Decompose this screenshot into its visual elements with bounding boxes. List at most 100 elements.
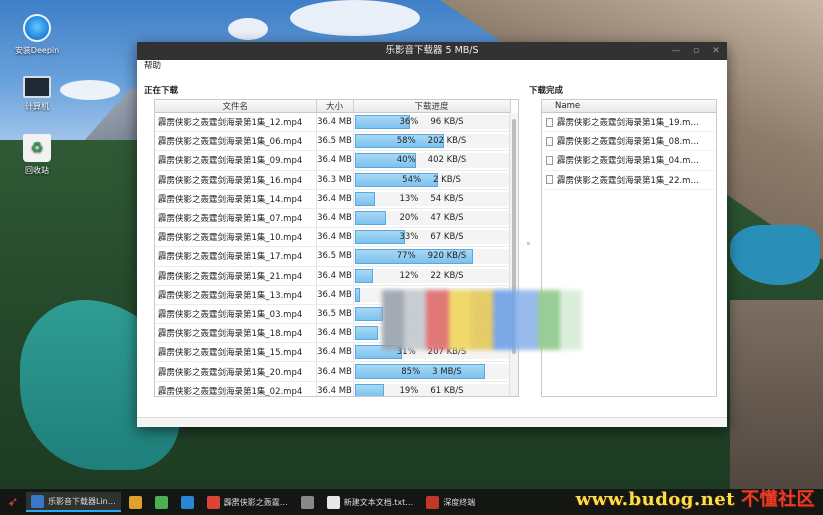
watermark-cn: 不懂社区 [741, 489, 815, 510]
table-row[interactable]: 霹雳侠影之轰霆剑海录第1集_21.mp4 36.4 MB 12% 22 KB/S [155, 266, 511, 286]
progress-percent: 40% [396, 155, 416, 166]
table-header-row: 文件名 大小 下载进度 [155, 100, 511, 113]
progress-text: 20% 47 KB/S [354, 209, 510, 227]
downloading-scrollbar[interactable] [509, 113, 518, 396]
row-filename: 霹雳侠影之轰霆剑海录第1集_20.mp4 [155, 361, 317, 382]
progress-percent: 13% [399, 193, 419, 204]
window-title: 乐影音下载器 5 MB/S [385, 45, 479, 56]
progress-speed: 3 MB/S [432, 366, 462, 377]
progress-percent: 77% [396, 251, 416, 262]
completed-section-title: 下载完成 [529, 86, 564, 96]
table-row[interactable]: 霹雳侠影之轰霆剑海录第1集_12.mp4 36.4 MB 36% 96 KB/S [155, 112, 511, 133]
list-item[interactable]: 霹雳侠影之轰霆剑海录第1集_22.m… [542, 171, 716, 190]
progress-percent: 33% [399, 232, 419, 243]
row-size: 36.5 MB [316, 246, 354, 267]
launcher-rocket-icon[interactable]: ➶ [0, 489, 26, 515]
watermark-url: www.budog.net [575, 489, 735, 510]
blurred-overlay [382, 290, 582, 350]
taskbar-item[interactable]: 深度终端 [421, 492, 480, 512]
row-progress: 58% 202 KB/S [353, 131, 511, 152]
column-header-size[interactable]: 大小 [316, 100, 354, 113]
row-progress: 20% 47 KB/S [353, 208, 511, 229]
progress-percent: 36% [399, 117, 419, 128]
wallpaper-cloud [290, 0, 420, 36]
row-size: 36.4 MB [316, 342, 354, 363]
list-item[interactable]: 霹雳侠影之轰霆剑海录第1集_19.m… [542, 113, 716, 133]
table-row[interactable]: 霹雳侠影之轰霆剑海录第1集_09.mp4 36.4 MB 40% 402 KB/S [155, 150, 511, 171]
status-bar [137, 417, 727, 427]
desktop-icon-trash[interactable]: ♻ 回收站 [12, 134, 62, 176]
taskbar-item[interactable] [124, 492, 147, 512]
taskbar-item[interactable] [150, 492, 173, 512]
column-header-name[interactable]: Name [542, 100, 716, 113]
wallpaper-cloud [60, 80, 120, 100]
taskbar: ➶ 乐影音下载器Lin… 霹雳侠影之轰霆… 新建文本文档.txt… 深度终端 www.… [0, 489, 823, 515]
downloading-section-title: 正在下载 [144, 86, 179, 96]
menu-help[interactable]: 帮助 [144, 61, 161, 71]
taskbar-item[interactable] [296, 492, 319, 512]
row-filename: 霹雳侠影之轰霆剑海录第1集_12.mp4 [155, 112, 317, 133]
taskbar-item[interactable]: 霹雳侠影之轰霆… [202, 492, 293, 512]
downloader-window: 乐影音下载器 5 MB/S — ▫ ✕ 帮助 正在下载 下载完成 文件名 大小 … [137, 42, 727, 427]
desktop-icon-label: 计算机 [25, 102, 49, 111]
row-size: 36.4 MB [316, 208, 354, 229]
progress-percent: 20% [399, 213, 419, 224]
desktop-icon-label: 安装Deepin [14, 46, 60, 55]
file-icon [546, 136, 553, 146]
progress-text: 12% 22 KB/S [354, 267, 510, 285]
row-size: 36.5 MB [316, 304, 354, 325]
table-row[interactable]: 霹雳侠影之轰霆剑海录第1集_02.mp4 36.4 MB 19% 61 KB/S [155, 381, 511, 396]
row-filename: 霹雳侠影之轰霆剑海录第1集_07.mp4 [155, 208, 317, 229]
close-icon[interactable]: ✕ [711, 42, 721, 60]
taskbar-item[interactable]: 乐影音下载器Lin… [26, 492, 121, 512]
progress-percent: 58% [396, 136, 416, 147]
desktop-icon-computer[interactable]: 计算机 [12, 76, 62, 112]
taskbar-item[interactable]: 新建文本文档.txt… [322, 492, 419, 512]
taskbar-item-label: 新建文本文档.txt… [343, 497, 414, 507]
file-icon [546, 175, 553, 185]
row-filename: 霹雳侠影之轰霆剑海录第1集_18.mp4 [155, 323, 317, 344]
row-filename: 霹雳侠影之轰霆剑海录第1集_10.mp4 [155, 227, 317, 248]
row-progress: 77% 920 KB/S [353, 246, 511, 267]
column-header-filename[interactable]: 文件名 [155, 100, 317, 113]
progress-percent: 54% [402, 174, 422, 185]
progress-text: 33% 67 KB/S [354, 228, 510, 246]
row-size: 36.4 MB [316, 227, 354, 248]
window-titlebar[interactable]: 乐影音下载器 5 MB/S — ▫ ✕ [137, 42, 727, 60]
table-row[interactable]: 霹雳侠影之轰霆剑海录第1集_20.mp4 36.4 MB 85% 3 MB/S [155, 361, 511, 382]
splitter-handle[interactable] [527, 242, 530, 245]
row-size: 36.4 MB [316, 381, 354, 396]
completed-filename: 霹雳侠影之轰霆剑海录第1集_08.m… [557, 137, 699, 148]
progress-speed: 402 KB/S [427, 155, 467, 166]
row-filename: 霹雳侠影之轰霆剑海录第1集_09.mp4 [155, 150, 317, 171]
list-item[interactable]: 霹雳侠影之轰霆剑海录第1集_08.m… [542, 132, 716, 152]
table-row[interactable]: 霹雳侠影之轰霆剑海录第1集_17.mp4 36.5 MB 77% 920 KB/S [155, 246, 511, 267]
progress-speed: 920 KB/S [427, 251, 467, 262]
row-filename: 霹雳侠影之轰霆剑海录第1集_21.mp4 [155, 266, 317, 286]
progress-speed: 96 KB/S [430, 117, 464, 128]
progress-percent: 85% [401, 366, 421, 377]
maximize-icon[interactable]: ▫ [691, 42, 701, 60]
progress-text: 13% 54 KB/S [354, 190, 510, 208]
list-item[interactable]: 霹雳侠影之轰霆剑海录第1集_04.m… [542, 151, 716, 171]
table-row[interactable]: 霹雳侠影之轰霆剑海录第1集_16.mp4 36.3 MB 54% 2 KB/S [155, 170, 511, 190]
column-header-progress[interactable]: 下载进度 [353, 100, 511, 113]
desktop-icon-install-deepin[interactable]: 安装Deepin [12, 14, 62, 56]
downloader-icon [31, 494, 44, 508]
computer-icon [23, 76, 51, 98]
minimize-icon[interactable]: — [671, 42, 681, 60]
table-row[interactable]: 霹雳侠影之轰霆剑海录第1集_10.mp4 36.4 MB 33% 67 KB/S [155, 227, 511, 248]
table-row[interactable]: 霹雳侠影之轰霆剑海录第1集_14.mp4 36.4 MB 13% 54 KB/S [155, 189, 511, 209]
row-size: 36.4 MB [316, 323, 354, 344]
progress-speed: 202 KB/S [427, 136, 467, 147]
media-icon [180, 495, 194, 509]
text-editor-icon [326, 495, 340, 509]
table-row[interactable]: 霹雳侠影之轰霆剑海录第1集_06.mp4 36.5 MB 58% 202 KB/S [155, 131, 511, 152]
progress-text: 85% 3 MB/S [354, 362, 510, 380]
menubar: 帮助 [137, 60, 727, 73]
site-watermark: www.budog.net 不懂社区 [576, 485, 815, 511]
taskbar-item[interactable] [176, 492, 199, 512]
table-row[interactable]: 霹雳侠影之轰霆剑海录第1集_07.mp4 36.4 MB 20% 47 KB/S [155, 208, 511, 229]
row-size: 36.4 MB [316, 266, 354, 286]
progress-text: 54% 2 KB/S [354, 171, 510, 189]
